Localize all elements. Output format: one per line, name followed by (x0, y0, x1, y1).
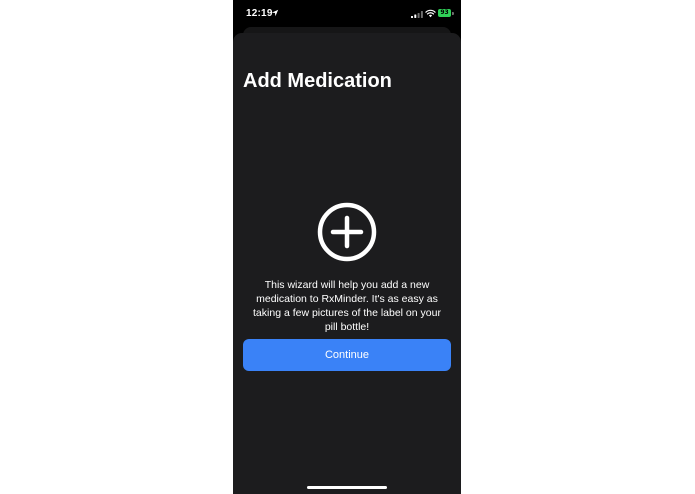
add-medication-sheet: Add Medication This wizard will help you… (233, 33, 461, 494)
plus-circle-icon (317, 202, 377, 262)
page-title: Add Medication (243, 70, 392, 92)
battery-nub (452, 12, 454, 15)
status-bar: 12:19 93 (233, 0, 461, 28)
continue-button[interactable]: Continue (243, 339, 451, 371)
status-time: 12:19 (246, 8, 273, 19)
home-indicator[interactable] (307, 486, 387, 489)
cellular-signal-icon (411, 11, 423, 18)
phone-screen: 12:19 93 Add Medication This wizard will… (233, 0, 461, 494)
location-arrow-icon (271, 9, 279, 17)
battery-icon: 93 (438, 9, 454, 18)
battery-level: 93 (438, 9, 451, 17)
intro-description: This wizard will help you add a new medi… (253, 279, 441, 333)
wifi-icon (425, 9, 436, 18)
